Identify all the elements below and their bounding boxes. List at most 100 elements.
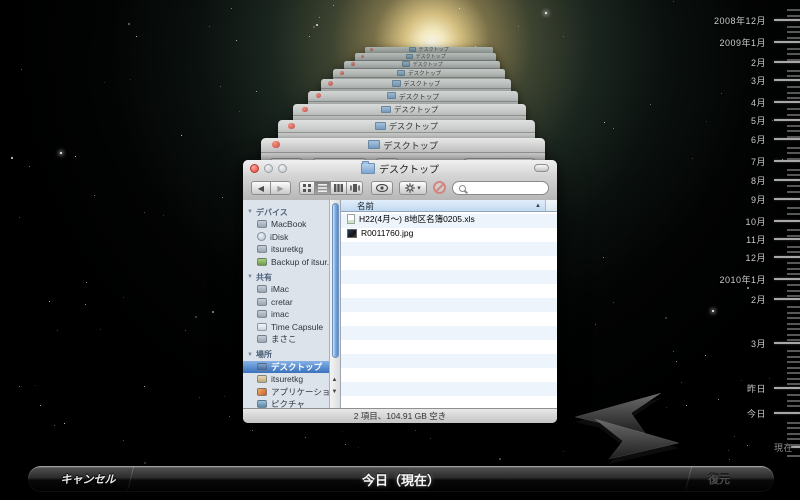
- action-menu-button[interactable]: ▾: [399, 181, 427, 195]
- sidebar-item[interactable]: MacBook: [243, 218, 329, 231]
- restore-button[interactable]: 復元: [682, 466, 756, 492]
- sidebar-item[interactable]: itsuretkg: [243, 243, 329, 256]
- timeline-tick-minor[interactable]: [787, 25, 800, 28]
- timeline-tick-minor[interactable]: [787, 207, 800, 209]
- timeline-tick-minor[interactable]: [787, 262, 800, 264]
- icon-view-button[interactable]: [299, 181, 315, 195]
- timeline-tick-minor[interactable]: [787, 97, 800, 99]
- timeline-tick-minor[interactable]: [787, 190, 800, 193]
- timeline-tick-minor[interactable]: [787, 152, 800, 154]
- sidebar-item[interactable]: imac: [243, 308, 329, 321]
- disclosure-triangle-icon[interactable]: ▼: [247, 352, 253, 358]
- timeline-tick-minor[interactable]: [787, 135, 800, 138]
- sidebar-section-header[interactable]: ▼ 場所: [243, 349, 329, 361]
- timeline-label[interactable]: 2008年12月: [714, 14, 766, 27]
- timeline-tick-minor[interactable]: [787, 289, 800, 292]
- forward-button[interactable]: ▶: [271, 181, 291, 195]
- timeline-tick-minor[interactable]: [787, 311, 800, 314]
- scrollbar-thumb[interactable]: [331, 203, 339, 358]
- timeline-tick-major[interactable]: [774, 160, 800, 162]
- timeline-tick-major[interactable]: [774, 342, 800, 344]
- timeline-tick-minor[interactable]: [787, 69, 800, 72]
- timeline-tick-minor[interactable]: [787, 130, 800, 132]
- sidebar-item[interactable]: Backup of itsur..: [243, 256, 329, 269]
- timeline-tick-minor[interactable]: [787, 421, 800, 424]
- timeline-tick-minor[interactable]: [787, 31, 800, 33]
- timeline-tick-major[interactable]: [774, 138, 800, 140]
- timeline-tick-major[interactable]: [774, 119, 800, 121]
- timeline-tick-major[interactable]: [774, 61, 800, 63]
- timeline-label[interactable]: 10月: [745, 215, 766, 228]
- sidebar-item[interactable]: ピクチャ: [243, 398, 329, 408]
- timeline-tick-major[interactable]: [774, 238, 800, 240]
- timeline-tick-major[interactable]: [774, 179, 800, 181]
- timeline-tick-minor[interactable]: [787, 53, 800, 55]
- back-button[interactable]: ◀: [251, 181, 271, 195]
- search-field[interactable]: [452, 181, 549, 195]
- timeline-tick-minor[interactable]: [787, 405, 800, 407]
- timeline-tick-minor[interactable]: [787, 372, 800, 374]
- list-view-button[interactable]: [315, 181, 331, 195]
- zoom-button[interactable]: [278, 164, 287, 173]
- timeline-tick-minor[interactable]: [787, 355, 800, 358]
- timeline-tick-minor[interactable]: [787, 438, 800, 440]
- timeline-tick-minor[interactable]: [787, 267, 800, 270]
- timeline-tick-minor[interactable]: [787, 432, 800, 435]
- timeline-tick-minor[interactable]: [787, 350, 800, 352]
- timeline-tick-minor[interactable]: [787, 361, 800, 363]
- timeline-tick-minor[interactable]: [787, 157, 800, 160]
- timeline-tick-minor[interactable]: [787, 245, 800, 248]
- timeline-tick-minor[interactable]: [787, 9, 800, 11]
- timeline-tick-minor[interactable]: [787, 36, 800, 39]
- sidebar-section-header[interactable]: ▼ デバイス: [243, 206, 329, 218]
- timeline-tick-minor[interactable]: [787, 366, 800, 369]
- timeline-tick-minor[interactable]: [787, 399, 800, 402]
- timeline-tick-minor[interactable]: [787, 108, 800, 110]
- sidebar-scrollbar[interactable]: ▲ ▼: [329, 200, 340, 408]
- timeline-tick-minor[interactable]: [787, 333, 800, 336]
- timeline-label[interactable]: 9月: [751, 193, 766, 206]
- timeline-label[interactable]: 2月: [751, 293, 766, 306]
- column-view-button[interactable]: [331, 181, 347, 195]
- timeline-tick-major[interactable]: [774, 19, 800, 21]
- timeline-tick-minor[interactable]: [787, 273, 800, 275]
- timeline-tick-minor[interactable]: [787, 185, 800, 187]
- file-row[interactable]: H22(4月～) 8地区名簿0205.xls: [341, 212, 557, 226]
- timeline-tick-minor[interactable]: [787, 339, 800, 341]
- search-input[interactable]: [466, 183, 544, 193]
- timeline-label[interactable]: 昨日: [747, 382, 766, 395]
- timeline-label[interactable]: 2010年1月: [719, 273, 766, 286]
- timeline-tick-minor[interactable]: [787, 91, 800, 94]
- timeline-tick-minor[interactable]: [787, 146, 800, 149]
- timeline-label[interactable]: 4月: [751, 96, 766, 109]
- timeline-label[interactable]: 今日: [747, 407, 766, 420]
- sidebar-item[interactable]: cretar: [243, 296, 329, 309]
- timeline-tick-major[interactable]: [774, 220, 800, 222]
- quick-look-button[interactable]: [371, 181, 393, 195]
- sidebar-item[interactable]: アプリケーション: [243, 386, 329, 399]
- minimize-button[interactable]: [264, 164, 273, 173]
- timeline-tick-minor[interactable]: [787, 168, 800, 171]
- timeline-label[interactable]: 3月: [751, 337, 766, 350]
- timeline-tick-major[interactable]: [774, 412, 800, 414]
- timeline-tick-minor[interactable]: [787, 427, 800, 429]
- sidebar-item[interactable]: iMac: [243, 283, 329, 296]
- sidebar-item[interactable]: itsuretkg: [243, 373, 329, 386]
- sidebar-item[interactable]: Time Capsule: [243, 321, 329, 334]
- timeline-tick-minor[interactable]: [787, 383, 800, 385]
- timeline-tick-minor[interactable]: [787, 377, 800, 380]
- sidebar-item[interactable]: まさこ: [243, 333, 329, 346]
- timeline-tick-minor[interactable]: [787, 174, 800, 176]
- timeline-tick-major[interactable]: [774, 41, 800, 43]
- timeline-tick-minor[interactable]: [787, 443, 800, 446]
- finder-window[interactable]: デスクトップ ◀ ▶ ▾ ▼ デバイス MacBook iDisk itsure…: [243, 160, 557, 423]
- disclosure-triangle-icon[interactable]: ▼: [247, 274, 253, 280]
- timeline-tick-minor[interactable]: [787, 295, 800, 297]
- column-header-name[interactable]: 名前 ▲: [341, 200, 545, 211]
- file-row[interactable]: R0011760.jpg: [341, 226, 557, 240]
- scroll-down-arrow[interactable]: ▼: [329, 387, 340, 398]
- timeline-tick-major[interactable]: [774, 79, 800, 81]
- timeline-tick-minor[interactable]: [787, 14, 800, 17]
- timeline-tick-minor[interactable]: [787, 212, 800, 215]
- timeline-tick-minor[interactable]: [787, 113, 800, 116]
